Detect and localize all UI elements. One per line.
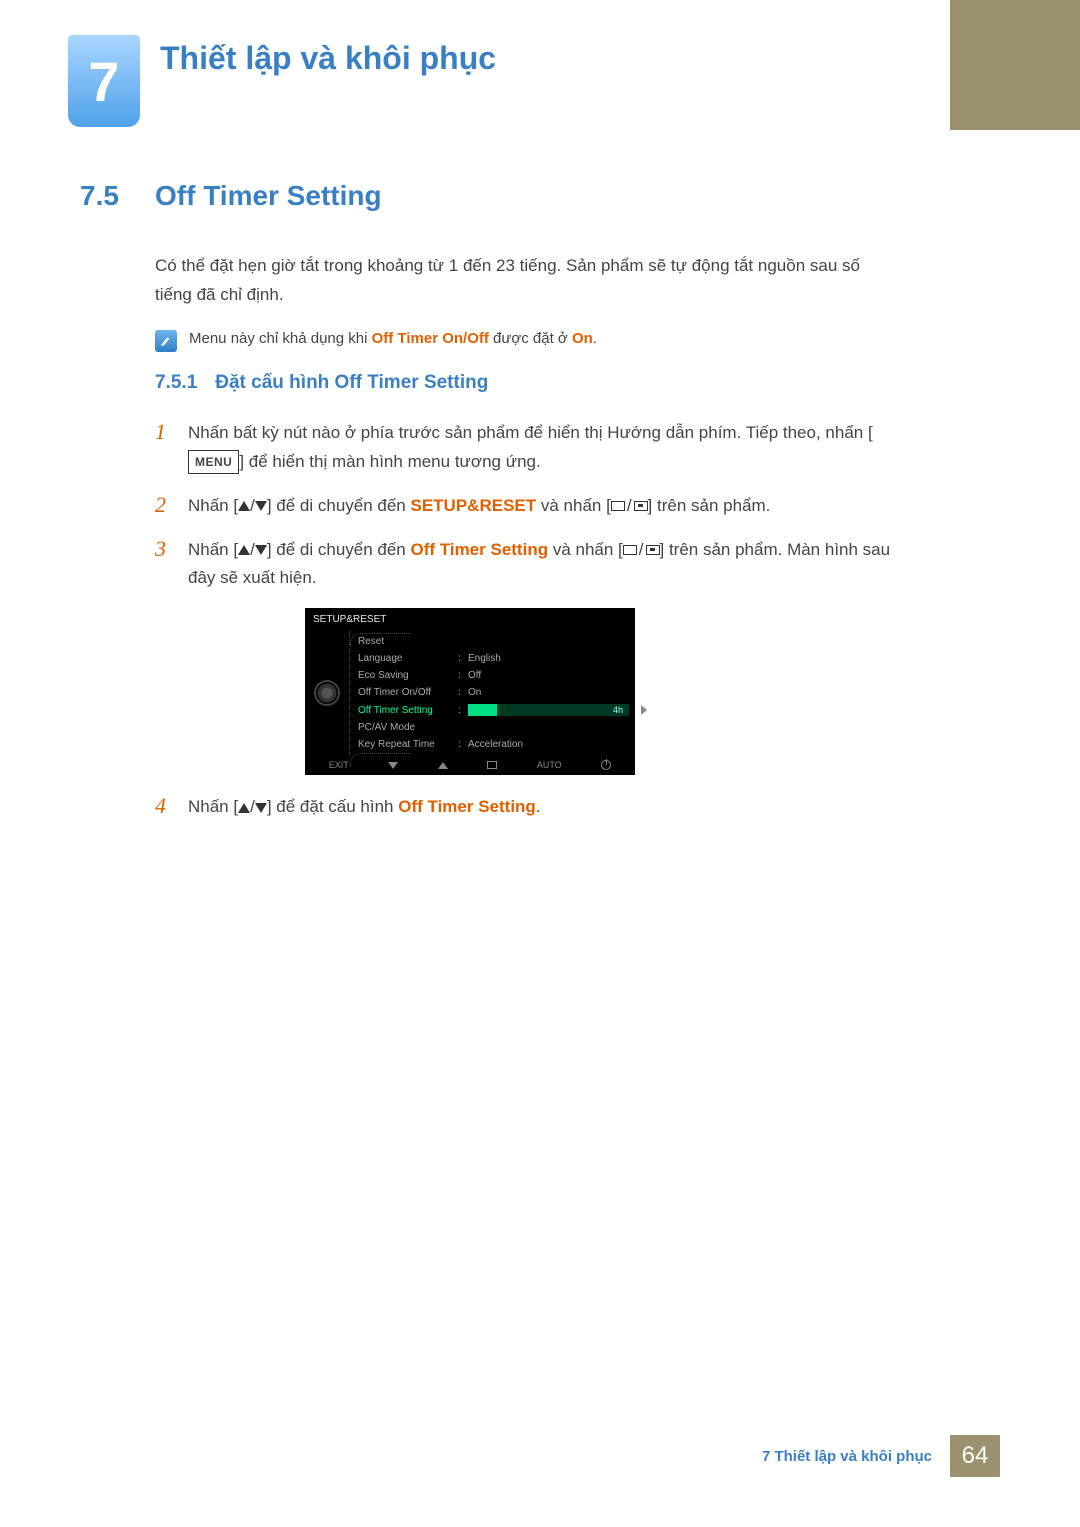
note-em1: Off Timer On/Off [372, 330, 489, 347]
power-icon [601, 760, 611, 770]
step-4-a: Nhấn [ [188, 797, 238, 816]
triangle-down-icon [255, 501, 267, 511]
osd-title: SETUP&RESET [305, 608, 635, 631]
osd-footer-auto: AUTO [537, 760, 562, 770]
osd-label-eco: Eco Saving [358, 670, 458, 681]
triangle-down-icon [255, 545, 267, 555]
osd-body: Reset Language : English Eco Saving : Of… [305, 631, 635, 755]
osd-value-timer-onoff: On [468, 687, 629, 698]
triangle-up-icon [438, 762, 448, 769]
step-3-number: 3 [155, 536, 170, 594]
step-2-a: Nhấn [ [188, 496, 238, 515]
step-4-number: 4 [155, 793, 170, 822]
section-title: Off Timer Setting [155, 180, 382, 212]
subsection-number: 7.5.1 [155, 372, 197, 394]
osd-value-language: English [468, 653, 629, 664]
content-area: 7.5 Off Timer Setting Có thể đặt hẹn giờ… [80, 180, 900, 837]
gear-icon [316, 682, 338, 704]
step-3-text: Nhấn [ / ] để di chuyển đến Off Timer Sett… [188, 536, 900, 594]
osd-menu-screenshot: SETUP&RESET Reset Language : English Eco… [305, 608, 635, 775]
chapter-badge: 7 [68, 35, 140, 127]
osd-footer-exit: EXIT [329, 760, 349, 770]
step-2-b: ] để di chuyển đến [267, 496, 411, 515]
step-2: 2 Nhấn [ / ] để di chuyển đến SETUP&RESET … [155, 492, 900, 521]
step-4-d: . [536, 797, 541, 816]
step-2-e: ] trên sản phẩm. [648, 496, 771, 515]
osd-value-timer-setting: 4h [613, 705, 623, 715]
note-text: Menu này chỉ khả dụng khi Off Timer On/O… [189, 328, 597, 351]
note-suffix: . [593, 330, 597, 347]
note-prefix: Menu này chỉ khả dụng khi [189, 330, 372, 347]
step-1-text: Nhấn bất kỳ nút nào ở phía trước sản phẩ… [188, 419, 900, 477]
step-4: 4 Nhấn [/] để đặt cấu hình Off Timer Set… [155, 793, 900, 822]
step-2-d: và nhấn [ [536, 496, 611, 515]
osd-row-timer-setting: Off Timer Setting : 4h [358, 701, 635, 719]
osd-value-eco: Off [468, 670, 629, 681]
step-3-d: và nhấn [ [548, 540, 623, 559]
osd-row-timer-onoff: Off Timer On/Off : On [358, 684, 635, 701]
osd-bar-timer: 4h [468, 704, 629, 716]
osd-row-reset: Reset [358, 633, 635, 650]
section-number: 7.5 [80, 180, 155, 212]
page-footer: 7 Thiết lập và khôi phục 64 [762, 1435, 1000, 1477]
step-2-number: 2 [155, 492, 170, 521]
step-3-highlight: Off Timer Setting [411, 540, 549, 559]
osd-left-panel [305, 631, 349, 755]
step-1-number: 1 [155, 419, 170, 477]
triangle-down-icon [255, 803, 267, 813]
step-4-b: ] để đặt cấu hình [267, 797, 398, 816]
osd-row-keyrepeat: Key Repeat Time : Acceleration [358, 736, 635, 753]
triangle-up-icon [238, 803, 250, 813]
osd-label-timer-setting: Off Timer Setting [358, 705, 458, 716]
note-icon [155, 330, 177, 352]
step-3-b: ] để di chuyển đến [267, 540, 411, 559]
chapter-title: Thiết lập và khôi phục [160, 40, 496, 77]
section-heading: 7.5 Off Timer Setting [80, 180, 900, 212]
step-3: 3 Nhấn [ / ] để di chuyển đến Off Timer Se… [155, 536, 900, 594]
arrow-right-icon [641, 705, 647, 715]
footer-text: 7 Thiết lập và khôi phục [762, 1448, 932, 1465]
section-intro: Có thể đặt hẹn giờ tắt trong khoảng từ 1… [155, 252, 900, 310]
enter-icon: / [623, 536, 660, 565]
header-corner-band [950, 0, 1080, 130]
step-2-text: Nhấn [ / ] để di chuyển đến SETUP&RESET và… [188, 492, 770, 521]
osd-value-keyrepeat: Acceleration [468, 739, 629, 750]
step-1: 1 Nhấn bất kỳ nút nào ở phía trước sản p… [155, 419, 900, 477]
osd-label-timer-onoff: Off Timer On/Off [358, 687, 458, 698]
step-1-a: Nhấn bất kỳ nút nào ở phía trước sản phẩ… [188, 423, 873, 442]
osd-row-pcav: PC/AV Mode [358, 719, 635, 736]
enter-icon: / [611, 492, 648, 521]
osd-row-language: Language : English [358, 650, 635, 667]
osd-label-language: Language [358, 653, 458, 664]
note-em2: On [572, 330, 593, 347]
note-mid: được đặt ở [489, 330, 572, 347]
osd-label-pcav: PC/AV Mode [358, 722, 458, 733]
footer-page-number: 64 [950, 1435, 1000, 1477]
triangle-up-icon [238, 501, 250, 511]
chapter-number: 7 [88, 49, 119, 114]
step-4-highlight: Off Timer Setting [398, 797, 536, 816]
step-3-a: Nhấn [ [188, 540, 238, 559]
step-4-text: Nhấn [/] để đặt cấu hình Off Timer Setti… [188, 793, 541, 822]
step-1-c: ] để hiển thị màn hình menu tương ứng. [239, 452, 540, 471]
osd-row-eco: Eco Saving : Off [358, 667, 635, 684]
source-icon [487, 761, 497, 769]
osd-label-keyrepeat: Key Repeat Time [358, 739, 458, 750]
menu-key-label: MENU [188, 450, 239, 474]
osd-label-reset: Reset [358, 636, 458, 647]
osd-list: Reset Language : English Eco Saving : Of… [349, 631, 635, 755]
step-2-highlight: SETUP&RESET [411, 496, 537, 515]
triangle-up-icon [238, 545, 250, 555]
subsection-title: Đặt cấu hình Off Timer Setting [215, 372, 488, 394]
note-row: Menu này chỉ khả dụng khi Off Timer On/O… [155, 328, 900, 352]
subsection-heading: 7.5.1 Đặt cấu hình Off Timer Setting [155, 372, 900, 394]
